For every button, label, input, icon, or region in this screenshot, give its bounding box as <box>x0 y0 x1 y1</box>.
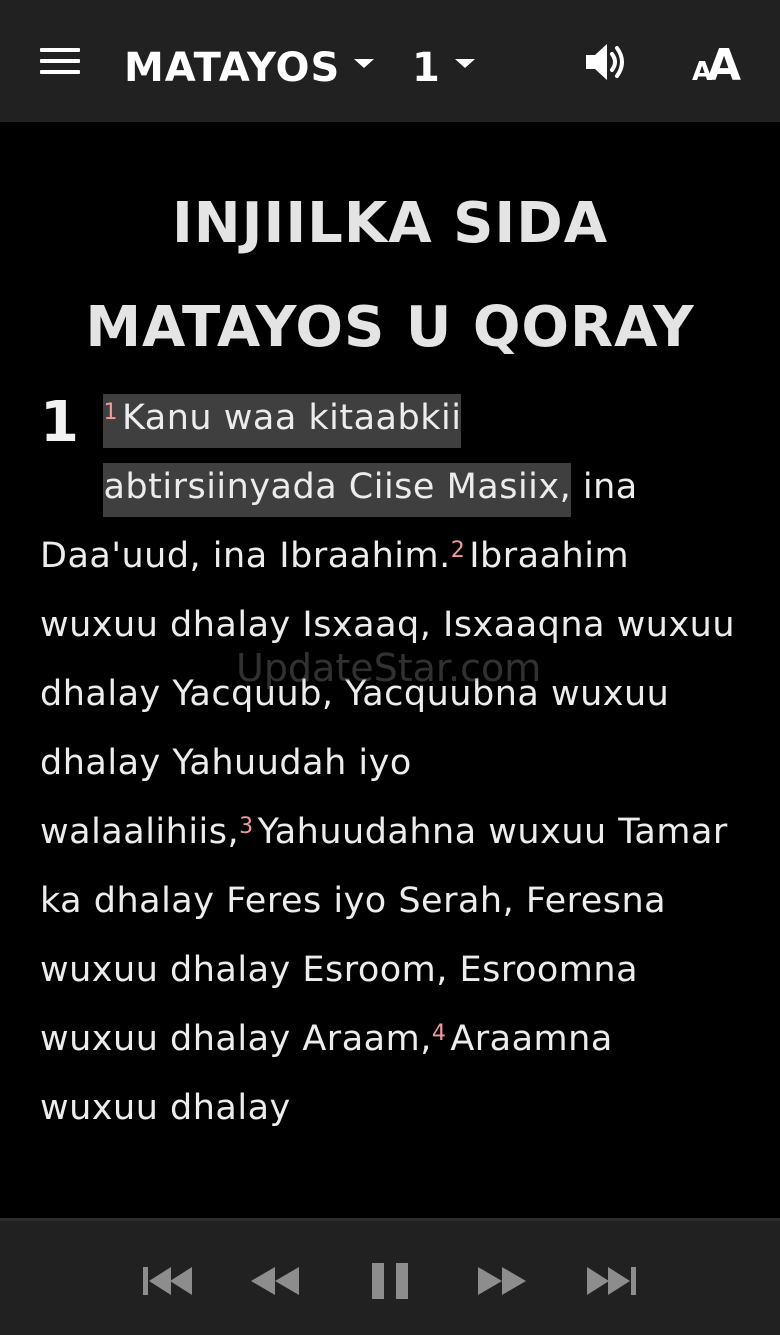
verse-number: 3 <box>239 814 254 839</box>
heading-line: MATAYOS U QORAY <box>85 295 695 360</box>
verse-number: 2 <box>450 538 466 563</box>
hamburger-menu-icon[interactable] <box>30 37 90 87</box>
verse-number: 4 <box>431 1021 447 1046</box>
verse-highlight: 1 Kanu waa kitaabkii <box>103 394 462 448</box>
skip-previous-icon[interactable] <box>137 1257 197 1305</box>
verse-number: 1 <box>103 400 118 425</box>
book-heading: INJIILKA SIDA MATAYOS U QORAY <box>0 172 780 380</box>
font-large-glyph: A <box>707 40 741 86</box>
chevron-down-icon <box>354 58 375 68</box>
chapter-number-label: 1 <box>412 45 441 91</box>
reading-pane[interactable]: INJIILKA SIDA MATAYOS U QORAY 1 1 Kanu wa… <box>0 122 780 1218</box>
font-size-icon[interactable]: A A <box>690 36 750 91</box>
skip-next-icon[interactable] <box>582 1257 642 1305</box>
book-name: MATAYOS <box>124 45 341 91</box>
audio-player-bar <box>0 1218 780 1335</box>
verse-2[interactable]: Ibraahim wuxuu dhalay Isxaaq, Isxaaqna w… <box>40 536 735 852</box>
rewind-icon[interactable] <box>245 1257 305 1305</box>
chapter-selector[interactable]: 1 <box>412 40 475 96</box>
fast-forward-icon[interactable] <box>472 1257 532 1305</box>
verse-text: Kanu waa kitaabkii <box>121 398 462 438</box>
verse-text: abtirsiinyada Ciise Masiix, <box>103 467 572 507</box>
book-selector[interactable]: MATAYOS <box>124 40 375 96</box>
chapter-number: 1 <box>40 390 80 455</box>
scripture-passage: 1 1 Kanu waa kitaabkii abtirsiinyada Ciise… <box>40 384 740 1143</box>
pause-icon[interactable] <box>360 1257 420 1305</box>
chevron-down-icon <box>454 58 475 68</box>
verse-highlight: abtirsiinyada Ciise Masiix, <box>103 463 572 517</box>
top-app-bar: MATAYOS 1 A A <box>0 0 780 122</box>
bible-reader-app: MATAYOS 1 A A INJIILKA SIDA MATAYOS U QO… <box>0 0 780 1335</box>
heading-line: INJIILKA SIDA <box>171 191 609 256</box>
volume-icon[interactable] <box>580 38 632 86</box>
